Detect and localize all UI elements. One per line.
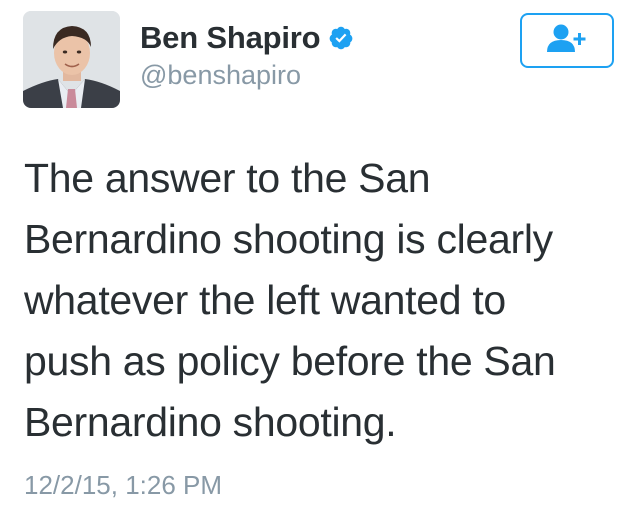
user-handle[interactable]: @benshapiro xyxy=(140,60,301,91)
verified-badge-icon xyxy=(328,25,354,51)
tweet-text-line: Bernardino shooting. xyxy=(24,399,397,445)
display-name[interactable]: Ben Shapiro xyxy=(140,20,321,56)
add-user-icon xyxy=(544,23,590,58)
follow-button[interactable] xyxy=(520,13,614,68)
author-name-row: Ben Shapiro xyxy=(140,18,354,58)
tweet-text-line: whatever the left wanted to xyxy=(24,277,506,323)
avatar[interactable] xyxy=(23,11,120,108)
tweet-text: The answer to the San Bernardino shootin… xyxy=(24,148,624,453)
tweet-text-line: The answer to the San xyxy=(24,155,431,201)
tweet-timestamp[interactable]: 12/2/15, 1:26 PM xyxy=(24,470,222,501)
profile-photo-icon xyxy=(23,11,120,108)
tweet-text-line: Bernardino shooting is clearly xyxy=(24,216,553,262)
tweet-text-line: push as policy before the San xyxy=(24,338,556,384)
